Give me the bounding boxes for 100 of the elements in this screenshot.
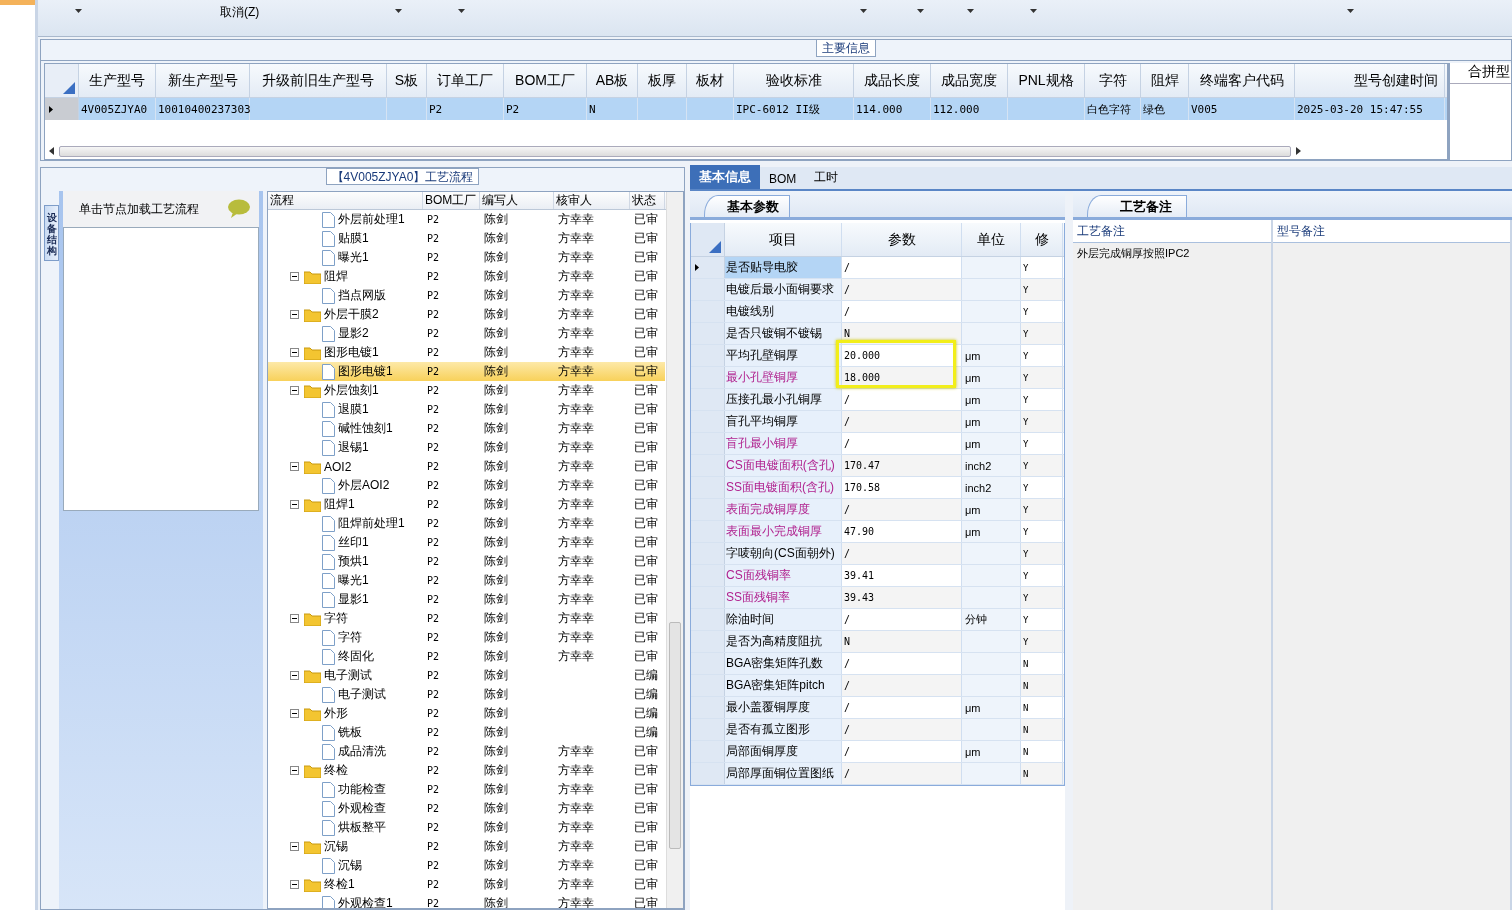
item-cell[interactable]: 压接孔最小孔铜厚 bbox=[725, 389, 842, 410]
caret-icon[interactable] bbox=[967, 9, 974, 13]
column-header[interactable]: PNL规格 bbox=[1008, 64, 1085, 97]
caret-icon[interactable] bbox=[1347, 9, 1354, 13]
column-header[interactable]: 字符 bbox=[1085, 64, 1141, 97]
item-cell[interactable]: 盲孔平均铜厚 bbox=[725, 411, 842, 432]
tree-row[interactable]: 电子测试 P2 陈剑 已编 bbox=[268, 666, 665, 685]
item-cell[interactable]: 平均孔壁铜厚 bbox=[725, 345, 842, 366]
tree-row[interactable]: 字符 P2 陈剑 方幸幸 已审 bbox=[268, 609, 665, 628]
tree-row[interactable]: 终检1 P2 陈剑 方幸幸 已审 bbox=[268, 875, 665, 894]
column-header[interactable]: 板厚 bbox=[638, 64, 687, 97]
column-header[interactable]: 验收标准 bbox=[734, 64, 854, 97]
tree-row[interactable]: 图形电镀1 P2 陈剑 方幸幸 已审 bbox=[268, 343, 665, 362]
tree-row[interactable]: 沉锡 P2 陈剑 方幸幸 已审 bbox=[268, 837, 665, 856]
column-header[interactable]: BOM工厂 bbox=[504, 64, 587, 97]
table-row[interactable]: 除油时间 / 分钟 Y bbox=[691, 609, 1064, 631]
item-cell[interactable]: 电镀线别 bbox=[725, 301, 842, 322]
caret-icon[interactable] bbox=[395, 9, 402, 13]
tree-row[interactable]: 外层前处理1 P2 陈剑 方幸幸 已审 bbox=[268, 210, 665, 229]
column-header[interactable]: 单位 bbox=[962, 223, 1021, 256]
table-row[interactable]: BGA密集矩阵孔数 / N bbox=[691, 653, 1064, 675]
item-cell[interactable]: 是否有孤立图形 bbox=[725, 719, 842, 740]
tab[interactable]: BOM bbox=[760, 169, 806, 189]
column-header[interactable]: AB板 bbox=[587, 64, 638, 97]
table-row[interactable]: 是否为高精度阻抗 N Y bbox=[691, 631, 1064, 653]
tab[interactable]: 工艺备注 bbox=[1087, 195, 1187, 217]
tree-row[interactable]: 外层蚀刻1 P2 陈剑 方幸幸 已审 bbox=[268, 381, 665, 400]
tree-row[interactable]: 外观检查1 P2 陈剑 方幸幸 已审 bbox=[268, 894, 665, 908]
column-header[interactable]: 编写人 bbox=[480, 192, 554, 209]
cancel-button[interactable]: 取消(Z) bbox=[220, 4, 260, 21]
collapse-toggle-icon[interactable] bbox=[290, 709, 299, 718]
tab[interactable]: 工时 bbox=[805, 166, 848, 189]
vertical-tab[interactable]: 设备结构 bbox=[44, 205, 59, 261]
tree-row[interactable]: 终固化 P2 陈剑 方幸幸 已审 bbox=[268, 647, 665, 666]
item-cell[interactable]: 盲孔最小铜厚 bbox=[725, 433, 842, 454]
column-header[interactable]: 阻焊 bbox=[1141, 64, 1189, 97]
collapse-toggle-icon[interactable] bbox=[290, 272, 299, 281]
tree-row[interactable]: 图形电镀1 P2 陈剑 方幸幸 已审 bbox=[268, 362, 665, 381]
collapse-toggle-icon[interactable] bbox=[290, 842, 299, 851]
item-cell[interactable]: 表面完成铜厚度 bbox=[725, 499, 842, 520]
table-row[interactable]: 盲孔平均铜厚 / μm Y bbox=[691, 411, 1064, 433]
column-header[interactable]: 升级前旧生产型号 bbox=[250, 64, 387, 97]
collapse-toggle-icon[interactable] bbox=[290, 614, 299, 623]
table-row[interactable]: 是否只镀铜不镀锡 N Y bbox=[691, 323, 1064, 345]
table-row[interactable]: CS面残铜率 39.41 Y bbox=[691, 565, 1064, 587]
column-header[interactable]: 状态 bbox=[630, 192, 665, 209]
tree-row[interactable]: 退锡1 P2 陈剑 方幸幸 已审 bbox=[268, 438, 665, 457]
tree-row[interactable]: 阻焊前处理1 P2 陈剑 方幸幸 已审 bbox=[268, 514, 665, 533]
item-cell[interactable]: CS面电镀面积(含孔) bbox=[725, 455, 842, 476]
column-header[interactable]: 成品长度 bbox=[854, 64, 931, 97]
tree-row[interactable]: 烘板整平 P2 陈剑 方幸幸 已审 bbox=[268, 818, 665, 837]
column-header[interactable]: 修 bbox=[1021, 223, 1063, 256]
tree-row[interactable]: 外观检查 P2 陈剑 方幸幸 已审 bbox=[268, 799, 665, 818]
item-cell[interactable]: 是否为高精度阻抗 bbox=[725, 631, 842, 652]
table-row[interactable]: 平均孔壁铜厚 20.000 μm Y bbox=[691, 345, 1064, 367]
table-row[interactable]: CS面电镀面积(含孔) 170.47 inch2 Y bbox=[691, 455, 1064, 477]
tree-row[interactable]: 碱性蚀刻1 P2 陈剑 方幸幸 已审 bbox=[268, 419, 665, 438]
tab[interactable]: 基本信息 bbox=[690, 165, 760, 189]
item-cell[interactable]: 是否只镀铜不镀锡 bbox=[725, 323, 842, 344]
tree-row[interactable]: 曝光1 P2 陈剑 方幸幸 已审 bbox=[268, 571, 665, 590]
tree-row[interactable]: 外层干膜2 P2 陈剑 方幸幸 已审 bbox=[268, 305, 665, 324]
item-cell[interactable]: 是否贴导电胶 bbox=[725, 257, 842, 278]
caret-icon[interactable] bbox=[917, 9, 924, 13]
collapse-toggle-icon[interactable] bbox=[290, 386, 299, 395]
vertical-scrollbar[interactable] bbox=[666, 192, 683, 908]
tree-row[interactable]: 沉锡 P2 陈剑 方幸幸 已审 bbox=[268, 856, 665, 875]
table-row[interactable]: 字唛朝向(CS面朝外) / Y bbox=[691, 543, 1064, 565]
table-row[interactable]: 压接孔最小孔铜厚 / μm Y bbox=[691, 389, 1064, 411]
collapse-toggle-icon[interactable] bbox=[290, 310, 299, 319]
table-row[interactable]: 局部面铜厚度 / μm N bbox=[691, 741, 1064, 763]
column-header[interactable]: 工艺备注 bbox=[1073, 220, 1271, 243]
tree-row[interactable]: 铣板 P2 陈剑 已编 bbox=[268, 723, 665, 742]
column-header[interactable]: BOM工厂 bbox=[423, 192, 480, 209]
caret-icon[interactable] bbox=[458, 9, 465, 13]
collapse-toggle-icon[interactable] bbox=[290, 462, 299, 471]
collapse-toggle-icon[interactable] bbox=[290, 766, 299, 775]
column-header[interactable]: 参数 bbox=[842, 223, 962, 256]
tree-row[interactable]: 预烘1 P2 陈剑 方幸幸 已审 bbox=[268, 552, 665, 571]
item-cell[interactable]: CS面残铜率 bbox=[725, 565, 842, 586]
column-header[interactable]: 成品宽度 bbox=[931, 64, 1008, 97]
column-header[interactable]: 流程 bbox=[268, 192, 423, 209]
tree-row[interactable]: 贴膜1 P2 陈剑 方幸幸 已审 bbox=[268, 229, 665, 248]
table-row[interactable]: BGA密集矩阵pitch / N bbox=[691, 675, 1064, 697]
column-header[interactable]: 核审人 bbox=[554, 192, 630, 209]
tree-row[interactable]: 退膜1 P2 陈剑 方幸幸 已审 bbox=[268, 400, 665, 419]
caret-icon[interactable] bbox=[860, 9, 867, 13]
item-cell[interactable]: SS面电镀面积(含孔) bbox=[725, 477, 842, 498]
table-row[interactable]: 电镀后最小面铜要求 / Y bbox=[691, 279, 1064, 301]
table-row[interactable]: 盲孔最小铜厚 / μm Y bbox=[691, 433, 1064, 455]
table-row[interactable]: SS面残铜率 39.43 Y bbox=[691, 587, 1064, 609]
collapse-toggle-icon[interactable] bbox=[290, 348, 299, 357]
item-cell[interactable]: BGA密集矩阵pitch bbox=[725, 675, 842, 696]
tree-row[interactable]: 功能检查 P2 陈剑 方幸幸 已审 bbox=[268, 780, 665, 799]
table-row[interactable]: 4V005ZJYA0 10010400237303 P2 P2 N IPC-6012 II级 114.000 112.000 白色字符 绿色 V005 2025-03-20 15:47:55 bbox=[45, 98, 1447, 120]
tree-row[interactable]: 外形 P2 陈剑 已编 bbox=[268, 704, 665, 723]
tree-row[interactable]: 电子测试 P2 陈剑 已编 bbox=[268, 685, 665, 704]
table-row[interactable]: SS面电镀面积(含孔) 170.58 inch2 Y bbox=[691, 477, 1064, 499]
column-header[interactable]: S板 bbox=[387, 64, 427, 97]
collapse-toggle-icon[interactable] bbox=[290, 500, 299, 509]
tree-row[interactable]: 字符 P2 陈剑 方幸幸 已审 bbox=[268, 628, 665, 647]
